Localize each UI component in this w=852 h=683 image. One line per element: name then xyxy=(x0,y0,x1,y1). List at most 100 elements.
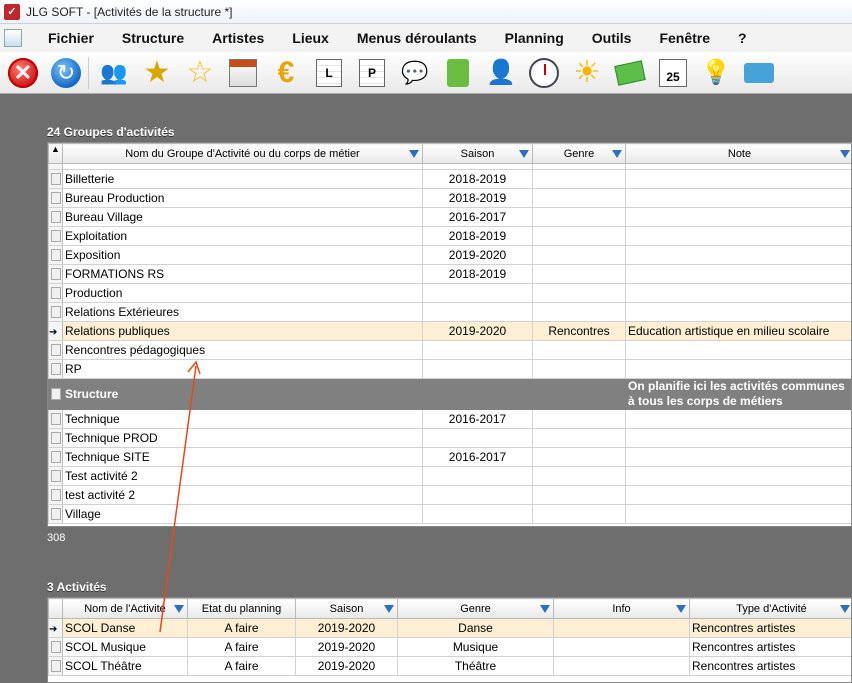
table-row[interactable]: Billetterie 2018-2019 xyxy=(48,169,851,189)
note-cell[interactable] xyxy=(625,226,851,246)
etat-cell[interactable]: A faire xyxy=(187,637,296,657)
row-selector[interactable] xyxy=(48,359,63,379)
group-name-cell[interactable]: Production xyxy=(62,283,423,303)
note-cell[interactable] xyxy=(625,283,851,303)
menu-fenetre[interactable]: Fenêtre xyxy=(645,30,724,46)
genre-cell[interactable] xyxy=(532,283,626,303)
table-row[interactable]: Relations Extérieures xyxy=(48,302,851,322)
menu-menus-deroulants[interactable]: Menus déroulants xyxy=(343,30,491,46)
card-button[interactable] xyxy=(741,55,777,91)
table-row[interactable]: Exploitation 2018-2019 xyxy=(48,226,851,246)
groups-col-name[interactable]: Nom du Groupe d'Activité ou du corps de … xyxy=(62,143,423,164)
saison-cell[interactable]: 2018-2019 xyxy=(422,226,533,246)
row-selector[interactable] xyxy=(48,447,63,467)
activity-name-cell[interactable]: SCOL Musique xyxy=(62,637,188,657)
genre-cell[interactable]: Rencontres xyxy=(532,321,626,341)
filter-icon[interactable] xyxy=(384,605,394,613)
activity-name-cell[interactable]: SCOL Danse xyxy=(62,618,188,638)
activities-col-saison[interactable]: Saison xyxy=(295,598,398,619)
group-header-row[interactable]: Structure On planifie ici les activités c… xyxy=(48,378,851,410)
note-cell[interactable] xyxy=(625,264,851,284)
menu-artistes[interactable]: Artistes xyxy=(198,30,278,46)
saison-cell[interactable] xyxy=(422,466,533,486)
table-row[interactable]: RP xyxy=(48,359,851,379)
row-selector[interactable] xyxy=(48,245,63,265)
group-name-cell[interactable]: Relations Extérieures xyxy=(62,302,423,322)
filter-icon[interactable] xyxy=(840,605,850,613)
menu-fichier[interactable]: Fichier xyxy=(34,30,108,46)
activities-col-etat[interactable]: Etat du planning xyxy=(187,598,296,619)
menu-lieux[interactable]: Lieux xyxy=(278,30,343,46)
genre-cell[interactable]: Musique xyxy=(397,637,554,657)
row-selector[interactable] xyxy=(48,637,63,657)
clock-button[interactable] xyxy=(526,55,562,91)
genre-cell[interactable] xyxy=(532,340,626,360)
menu-outils[interactable]: Outils xyxy=(578,30,646,46)
person-euro-button[interactable]: 👤 xyxy=(483,55,519,91)
genre-cell[interactable] xyxy=(532,169,626,189)
info-cell[interactable] xyxy=(553,637,690,657)
row-selector[interactable] xyxy=(48,409,63,429)
type-cell[interactable]: Rencontres artistes xyxy=(689,656,851,676)
note-cell[interactable] xyxy=(625,169,851,189)
activities-grid[interactable]: Nom de l'Activité Etat du planning Saiso… xyxy=(47,597,852,683)
filter-icon[interactable] xyxy=(840,150,850,158)
saison-cell[interactable]: 2018-2019 xyxy=(422,188,533,208)
bulb-button[interactable]: 💡 xyxy=(698,55,734,91)
menu-structure[interactable]: Structure xyxy=(108,30,198,46)
euro-button[interactable]: € xyxy=(268,55,304,91)
table-row[interactable]: SCOL Musique A faire 2019-2020 Musique Renco… xyxy=(48,637,851,657)
filter-icon[interactable] xyxy=(519,150,529,158)
info-cell[interactable] xyxy=(553,618,690,638)
activities-col-type[interactable]: Type d'Activité xyxy=(689,598,851,619)
genre-cell[interactable] xyxy=(532,447,626,467)
date-button[interactable]: 25 xyxy=(655,55,691,91)
letter-p-button[interactable]: P xyxy=(354,55,390,91)
saison-cell[interactable] xyxy=(422,302,533,322)
groups-col-note[interactable]: Note xyxy=(625,143,851,164)
saison-cell[interactable] xyxy=(422,504,533,524)
row-selector[interactable] xyxy=(48,207,63,227)
row-selector[interactable] xyxy=(48,378,63,410)
table-row[interactable]: Village xyxy=(48,504,851,524)
filter-icon[interactable] xyxy=(174,605,184,613)
genre-cell[interactable] xyxy=(532,504,626,524)
star-gold-button[interactable]: ★ xyxy=(139,55,175,91)
saison-cell[interactable]: 2019-2020 xyxy=(295,618,398,638)
row-selector[interactable]: ➔ xyxy=(48,618,63,638)
row-selector[interactable] xyxy=(48,504,63,524)
row-selector[interactable]: ➔ xyxy=(48,321,63,341)
saison-cell[interactable] xyxy=(422,359,533,379)
saison-cell[interactable]: 2019-2020 xyxy=(422,321,533,341)
note-cell[interactable] xyxy=(625,504,851,524)
green-book-button[interactable] xyxy=(440,55,476,91)
group-name-cell[interactable]: FORMATIONS RS xyxy=(62,264,423,284)
filter-icon[interactable] xyxy=(612,150,622,158)
group-name-cell[interactable]: Technique PROD xyxy=(62,428,423,448)
genre-cell[interactable] xyxy=(532,302,626,322)
activity-name-cell[interactable]: SCOL Théâtre xyxy=(62,656,188,676)
saison-cell[interactable]: 2019-2020 xyxy=(295,656,398,676)
saison-cell[interactable] xyxy=(422,485,533,505)
row-selector[interactable] xyxy=(48,188,63,208)
saison-cell[interactable] xyxy=(422,283,533,303)
saison-cell[interactable] xyxy=(422,340,533,360)
letter-l-button[interactable]: L xyxy=(311,55,347,91)
group-name-cell[interactable]: Rencontres pédagogiques xyxy=(62,340,423,360)
activities-col-genre[interactable]: Genre xyxy=(397,598,554,619)
menu-planning[interactable]: Planning xyxy=(491,30,578,46)
row-selector[interactable] xyxy=(48,656,63,676)
table-row[interactable]: test activité 2 xyxy=(48,485,851,505)
saison-cell[interactable] xyxy=(422,428,533,448)
group-name-cell[interactable]: Technique SITE xyxy=(62,447,423,467)
filter-icon[interactable] xyxy=(409,150,419,158)
group-name-cell[interactable]: Billetterie xyxy=(62,169,423,189)
genre-cell[interactable] xyxy=(532,264,626,284)
genre-cell[interactable] xyxy=(532,359,626,379)
genre-cell[interactable] xyxy=(532,245,626,265)
type-cell[interactable]: Rencontres artistes xyxy=(689,618,851,638)
group-name-cell[interactable]: Test activité 2 xyxy=(62,466,423,486)
note-cell[interactable] xyxy=(625,466,851,486)
window-menu-icon[interactable] xyxy=(4,29,22,47)
note-cell[interactable] xyxy=(625,409,851,429)
